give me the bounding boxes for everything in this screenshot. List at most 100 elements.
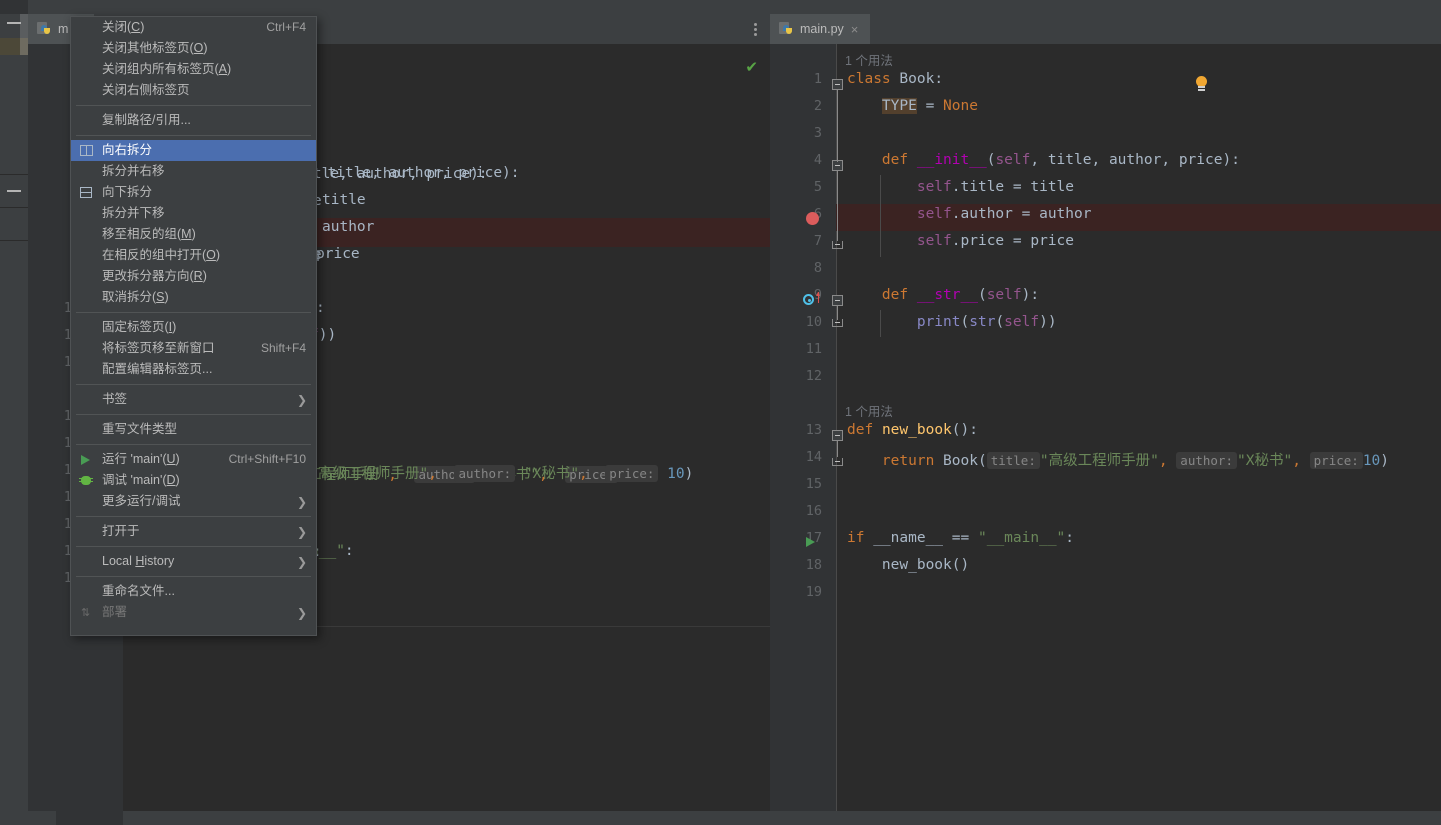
menu-item-label: 取消拆分(S) bbox=[102, 290, 169, 304]
menu-item-label: 调试 'main'(D) bbox=[102, 473, 180, 487]
left-code-7-text: price bbox=[316, 246, 360, 262]
param-hint-author: author: bbox=[1176, 452, 1237, 469]
intention-bulb-icon[interactable] bbox=[1195, 76, 1208, 92]
left-hint-author: author: bbox=[454, 465, 516, 482]
menu-separator bbox=[76, 444, 311, 445]
menu-item-28[interactable]: 打开于 ❯ bbox=[71, 521, 316, 542]
menu-item-18[interactable]: 配置编辑器标签页... bbox=[71, 359, 316, 380]
menu-item-32[interactable]: 重命名文件... bbox=[71, 581, 316, 602]
menu-item-shortcut: Ctrl+Shift+F10 bbox=[228, 452, 306, 466]
window-top-strip bbox=[0, 0, 1441, 14]
right-tab-label: main.py bbox=[800, 22, 844, 36]
menu-item-30[interactable]: Local History ❯ bbox=[71, 551, 316, 572]
override-arrow-icon bbox=[816, 292, 820, 303]
line-number: 13 bbox=[805, 422, 822, 438]
menu-item-label: 向下拆分 bbox=[102, 185, 153, 199]
chevron-right-icon: ❯ bbox=[296, 494, 307, 509]
line-number: 16 bbox=[805, 503, 822, 519]
menu-separator bbox=[76, 105, 311, 106]
line-number: 19 bbox=[805, 584, 822, 600]
menu-separator bbox=[76, 312, 311, 313]
menu-separator bbox=[76, 414, 311, 415]
menu-item-16[interactable]: 固定标签页(I) bbox=[71, 317, 316, 338]
line-number: 8 bbox=[813, 260, 822, 276]
menu-item-label: 向右拆分 bbox=[102, 143, 153, 157]
strip-olive-block-2 bbox=[20, 38, 28, 55]
menu-item-label: 打开于 bbox=[102, 524, 140, 538]
chevron-right-icon: ❯ bbox=[296, 554, 307, 569]
menu-item-5[interactable]: 复制路径/引用... bbox=[71, 110, 316, 131]
menu-item-17[interactable]: 将标签页移至新窗口 Shift+F4 bbox=[71, 338, 316, 359]
chevron-right-icon: ❯ bbox=[296, 605, 307, 620]
menu-item-label: 书签 bbox=[102, 392, 128, 406]
left-code-14-text: 高级工程师手册", author: "X秘书", price: 10) bbox=[318, 465, 694, 482]
line-number: 11 bbox=[805, 341, 822, 357]
menu-item-20[interactable]: 书签 ❯ bbox=[71, 389, 316, 410]
menu-item-label: 固定标签页(I) bbox=[102, 320, 177, 334]
menu-item-11[interactable]: 移至相反的组(M) bbox=[71, 224, 316, 245]
collapse-dash-icon[interactable] bbox=[7, 190, 21, 192]
menu-separator bbox=[76, 516, 311, 517]
right-tab-bar: main.py × bbox=[770, 14, 1441, 44]
menu-item-2[interactable]: 关闭组内所有标签页(A) bbox=[71, 59, 316, 80]
menu-item-label: 重命名文件... bbox=[102, 584, 175, 598]
inspection-ok-icon[interactable]: ✔ bbox=[745, 60, 758, 75]
menu-item-13[interactable]: 更改拆分器方向(R) bbox=[71, 266, 316, 287]
left-hint-price: price: bbox=[605, 465, 659, 482]
menu-item-26[interactable]: 更多运行/调试 ❯ bbox=[71, 491, 316, 512]
more-options-icon[interactable] bbox=[748, 23, 762, 37]
override-method-icon[interactable] bbox=[803, 294, 814, 305]
breakpoint-icon[interactable] bbox=[806, 212, 819, 225]
menu-item-12[interactable]: 在相反的组中打开(O) bbox=[71, 245, 316, 266]
left-code-5-text: title bbox=[322, 192, 366, 208]
menu-item-label: 部署 bbox=[102, 605, 128, 619]
fold-marker-str[interactable] bbox=[832, 295, 843, 306]
menu-item-label: 移至相反的组(M) bbox=[102, 227, 196, 241]
fold-region-line-1 bbox=[837, 90, 838, 162]
left-gutter-lower bbox=[56, 626, 123, 825]
menu-item-label: 拆分并下移 bbox=[102, 206, 165, 220]
menu-item-label: 更改拆分器方向(R) bbox=[102, 269, 207, 283]
code-line-13: def new_book(): bbox=[847, 422, 978, 438]
menu-item-label: 拆分并右移 bbox=[102, 164, 165, 178]
menu-item-label: 关闭右侧标签页 bbox=[102, 83, 190, 97]
run-gutter-icon[interactable] bbox=[806, 537, 815, 547]
menu-item-label: 将标签页移至新窗口 bbox=[102, 341, 215, 355]
strip-divider-3 bbox=[0, 240, 28, 241]
line-number: 14 bbox=[805, 449, 822, 465]
menu-item-22[interactable]: 重写文件类型 bbox=[71, 419, 316, 440]
menu-item-label: 运行 'main'(U) bbox=[102, 452, 180, 466]
menu-item-24[interactable]: 运行 'main'(U) Ctrl+Shift+F10 bbox=[71, 449, 316, 470]
usage-hint-class[interactable]: 1 个用法 bbox=[845, 50, 893, 69]
top-strip-right bbox=[28, 0, 1441, 14]
python-file-icon bbox=[779, 21, 794, 37]
menu-item-3[interactable]: 关闭右侧标签页 bbox=[71, 80, 316, 101]
menu-item-7[interactable]: 向右拆分 bbox=[71, 140, 316, 161]
left-tool-strip[interactable] bbox=[0, 14, 28, 811]
debug-icon bbox=[79, 473, 94, 488]
line-number: 9 bbox=[770, 287, 822, 303]
param-hint-title: title: bbox=[986, 452, 1040, 469]
fold-marker-class[interactable] bbox=[832, 79, 843, 90]
fold-marker-newbook[interactable] bbox=[832, 430, 843, 441]
minimize-dash-icon[interactable] bbox=[7, 22, 21, 24]
menu-item-25[interactable]: 调试 'main'(D) bbox=[71, 470, 316, 491]
menu-item-8[interactable]: 拆分并右移 bbox=[71, 161, 316, 182]
strip-olive-block bbox=[0, 38, 20, 55]
menu-item-10[interactable]: 拆分并下移 bbox=[71, 203, 316, 224]
code-line-17: if __name__ == "__main__": bbox=[847, 530, 1075, 546]
menu-item-1[interactable]: 关闭其他标签页(O) bbox=[71, 38, 316, 59]
ide-window: m ✔ 1 2 3 4 5 6 7 8 9 10 11 12 13 14 15 bbox=[0, 0, 1441, 825]
top-strip-left bbox=[0, 0, 28, 14]
usage-hint-function[interactable]: 1 个用法 bbox=[845, 401, 893, 420]
close-icon[interactable]: × bbox=[851, 23, 859, 36]
right-tab-main-py[interactable]: main.py × bbox=[770, 14, 870, 44]
code-line-1: class Book: bbox=[847, 71, 944, 87]
tab-context-menu[interactable]: 关闭(C) Ctrl+F4 关闭其他标签页(O) 关闭组内所有标签页(A) 关闭右侧标签… bbox=[70, 16, 317, 636]
code-line-14: return Book(title: "高级工程师手册", author: "X秘书… bbox=[881, 452, 1390, 469]
menu-item-0[interactable]: 关闭(C) Ctrl+F4 bbox=[71, 17, 316, 38]
python-file-icon bbox=[37, 21, 52, 37]
menu-item-9[interactable]: 向下拆分 bbox=[71, 182, 316, 203]
strip-divider-2 bbox=[0, 207, 28, 208]
menu-item-14[interactable]: 取消拆分(S) bbox=[71, 287, 316, 308]
